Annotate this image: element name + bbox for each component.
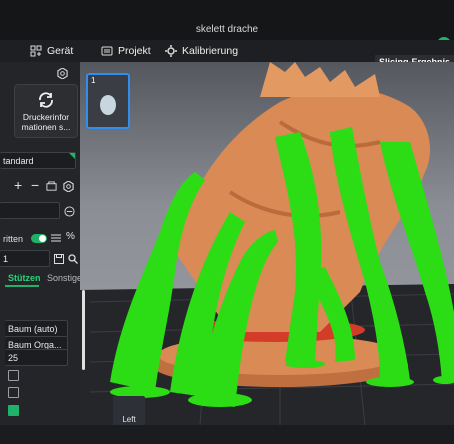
printer-info-line1: Druckerinfor <box>22 111 70 122</box>
add-icon[interactable]: + <box>14 177 22 193</box>
support-angle-input[interactable]: 25 <box>5 349 68 366</box>
active-tab-indicator <box>5 285 39 287</box>
support-type-value: Baum (auto) <box>8 323 58 334</box>
tab-project-label: Projekt <box>118 45 151 57</box>
plate-number: 1 <box>91 76 96 85</box>
search-icon[interactable] <box>67 253 79 265</box>
title-bar: skelett drache <box>0 0 454 40</box>
tab-device-label: Gerät <box>47 45 74 57</box>
refresh-icon <box>39 91 53 108</box>
printer-info-card[interactable]: Druckerinfor mationen s... <box>14 84 78 138</box>
settings-icon[interactable] <box>56 67 68 79</box>
search-field[interactable]: 1 <box>0 250 50 267</box>
printer-info-line2: mationen s... <box>21 121 71 132</box>
list-icon[interactable] <box>50 232 62 244</box>
device-icon <box>30 45 42 57</box>
tab-device[interactable]: Gerät <box>30 43 73 59</box>
sidebar-scrollbar[interactable] <box>82 290 85 370</box>
project-icon <box>101 46 113 56</box>
tab-project[interactable]: Projekt <box>101 43 151 59</box>
view-orientation-label: Left <box>122 415 136 424</box>
preset-dropdown[interactable]: tandard <box>0 152 76 169</box>
save-icon[interactable] <box>53 253 65 265</box>
support-style-value: Baum Orga... <box>8 339 62 350</box>
tab-other[interactable]: Sonstige <box>47 273 82 283</box>
option-checkbox-2[interactable] <box>8 387 19 398</box>
printer-info-label: Druckerinfor mationen s... <box>22 112 71 132</box>
advanced-toggle[interactable] <box>31 234 47 243</box>
support-angle-value: 25 <box>8 352 19 363</box>
percent-icon[interactable]: % <box>66 231 75 242</box>
3d-viewport[interactable] <box>80 62 454 425</box>
modified-marker-icon <box>69 153 75 159</box>
option-checkbox-3[interactable] <box>8 405 19 416</box>
model-render <box>80 62 454 425</box>
preset-value: tandard <box>3 155 34 166</box>
filament-field[interactable] <box>0 202 60 219</box>
plate-thumbnail[interactable]: 1 <box>86 73 130 129</box>
support-type-select[interactable]: Baum (auto) <box>5 320 68 337</box>
cog-icon[interactable] <box>62 180 74 192</box>
minus-circle-icon[interactable] <box>63 205 75 217</box>
window-title: skelett drache <box>195 23 259 35</box>
advanced-toggle-label: ritten <box>3 234 24 244</box>
search-field-value: 1 <box>3 253 9 264</box>
tab-calibration-label: Kalibrierung <box>182 45 239 57</box>
tab-calibration[interactable]: Kalibrierung <box>165 43 238 59</box>
remove-icon[interactable]: − <box>31 177 39 193</box>
plate-settings-icon[interactable] <box>45 180 57 192</box>
view-cube-left[interactable]: Left <box>113 396 145 425</box>
option-checkbox-1[interactable] <box>8 370 19 381</box>
calibration-icon <box>165 45 177 57</box>
tab-supports[interactable]: Stützen <box>8 273 41 283</box>
